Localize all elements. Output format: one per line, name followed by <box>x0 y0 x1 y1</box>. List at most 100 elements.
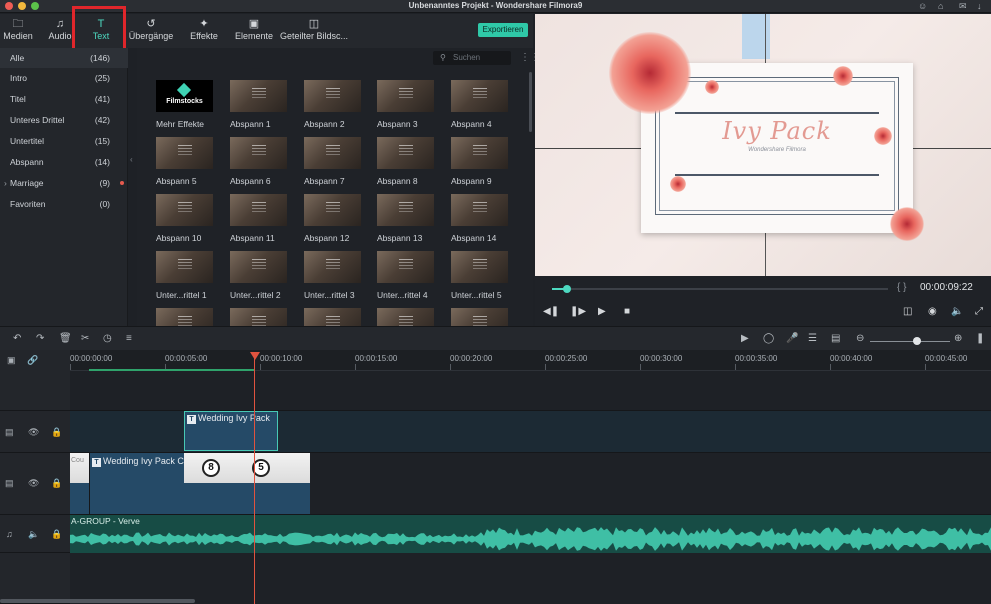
mail-icon[interactable]: ✉ <box>959 1 967 12</box>
library-item[interactable] <box>230 308 292 326</box>
link-icon[interactable]: 🔗 <box>27 355 38 366</box>
ruler-tick <box>355 364 356 370</box>
library-item[interactable]: Unter...rittel 4 <box>377 251 439 305</box>
zoom-out-icon[interactable]: ⊖ <box>856 333 864 344</box>
item-thumbnail <box>230 194 287 226</box>
library-item[interactable]: Abspann 8 <box>377 137 439 191</box>
preview-canvas[interactable]: Ivy Pack Wondershare Filmora <box>535 14 991 276</box>
render-preview-icon[interactable]: ▶ <box>741 333 749 344</box>
cart-icon[interactable]: ⌂ <box>938 1 943 11</box>
library-item[interactable]: Abspann 2 <box>304 80 366 134</box>
library-item[interactable]: Unter...rittel 1 <box>156 251 218 305</box>
collapse-panel-icon[interactable]: ‹ <box>130 155 133 164</box>
item-thumbnail <box>304 251 361 283</box>
tab-audio[interactable]: ♫ Audio <box>46 18 74 41</box>
undo-icon[interactable]: ↶ <box>13 333 21 344</box>
speaker-icon[interactable]: 🔈 <box>28 529 39 540</box>
library-item[interactable]: Abspann 6 <box>230 137 292 191</box>
tab-elemente[interactable]: ▣ Elemente <box>232 18 276 41</box>
category-item-alle[interactable]: Alle (146) <box>0 48 128 68</box>
library-item[interactable]: Abspann 5 <box>156 137 218 191</box>
library-item[interactable]: Abspann 11 <box>230 194 292 248</box>
video-clip[interactable]: Cou T Wedding Ivy Pack C 8 5 <box>70 453 310 514</box>
zoom-slider[interactable] <box>870 341 950 342</box>
text-clip[interactable]: T Wedding Ivy Pack <box>184 411 278 451</box>
library-item[interactable]: Abspann 7 <box>304 137 366 191</box>
timeline-empty-area[interactable] <box>70 553 991 604</box>
zoom-slider-handle[interactable] <box>913 337 921 345</box>
redo-icon[interactable]: ↷ <box>36 333 44 344</box>
playhead[interactable] <box>254 355 255 604</box>
library-item[interactable]: Unter...rittel 5 <box>451 251 513 305</box>
library-item[interactable]: Abspann 4 <box>451 80 513 134</box>
cut-icon[interactable]: ✂ <box>81 333 89 344</box>
account-icon[interactable]: ☺ <box>918 1 927 11</box>
library-item[interactable]: Abspann 1 <box>230 80 292 134</box>
adjust-icon[interactable]: ≡ <box>126 333 132 344</box>
mark-in-out-icon[interactable]: { } <box>897 282 906 293</box>
delete-icon[interactable]: 🗑 <box>59 333 72 344</box>
category-item-titel[interactable]: Titel (41) <box>0 89 128 109</box>
library-item[interactable] <box>156 308 218 326</box>
audio-mixer-icon[interactable]: ☰ <box>808 333 817 344</box>
add-track-icon[interactable]: ▣ <box>7 355 16 366</box>
video-clip-segment[interactable]: T Wedding Ivy Pack C <box>89 453 184 514</box>
tab-uebergaenge[interactable]: ↺ Übergänge <box>127 18 175 41</box>
tab-geteilter-bildschirm[interactable]: ◫ Geteilter Bildsc... <box>277 18 351 41</box>
snapshot-camera-icon[interactable]: ◉ <box>928 306 937 317</box>
category-item-marriage[interactable]: › Marriage (9) <box>0 173 128 193</box>
lock-icon[interactable]: 🔒 <box>51 478 62 489</box>
play-frame-icon[interactable]: ❚▶ <box>570 306 586 317</box>
eye-icon[interactable]: 👁 <box>28 478 39 489</box>
stop-icon[interactable]: ■ <box>624 306 630 317</box>
search-input[interactable]: ⚲ Suchen <box>433 51 511 65</box>
track-empty[interactable] <box>70 371 991 411</box>
transition-icon: ↺ <box>146 18 156 30</box>
lock-icon[interactable]: 🔒 <box>51 529 62 540</box>
download-icon[interactable]: ↓ <box>977 1 982 11</box>
display-settings-icon[interactable]: ◫ <box>903 306 912 317</box>
library-item[interactable]: Unter...rittel 2 <box>230 251 292 305</box>
playback-scrubber[interactable] <box>552 288 888 290</box>
audio-clip[interactable]: A-GROUP - Verve <box>70 515 991 553</box>
volume-icon[interactable]: 🔈 <box>951 306 963 317</box>
lock-icon[interactable]: 🔒 <box>51 427 62 438</box>
panel-handle-icon[interactable]: ❚ <box>976 333 984 344</box>
timeline-ruler[interactable]: 00:00:00:00 00:00:05:00 00:00:10:00 00:0… <box>70 350 991 371</box>
library-item[interactable]: Abspann 10 <box>156 194 218 248</box>
category-item-intro[interactable]: Intro (25) <box>0 68 128 88</box>
category-item-untertitel[interactable]: Untertitel (15) <box>0 131 128 151</box>
library-item[interactable]: Filmstocks Mehr Effekte <box>156 80 218 134</box>
playhead-handle[interactable] <box>250 352 260 360</box>
library-item[interactable]: Unter...rittel 3 <box>304 251 366 305</box>
fullscreen-icon[interactable]: ⤢ <box>975 306 983 317</box>
microphone-icon[interactable]: 🎤 <box>786 333 798 344</box>
category-item-favoriten[interactable]: Favoriten (0) <box>0 194 128 214</box>
library-item[interactable] <box>304 308 366 326</box>
eye-icon[interactable]: 👁 <box>28 427 39 438</box>
tab-effekte[interactable]: ✦ Effekte <box>186 18 222 41</box>
marker-icon[interactable]: ◯ <box>763 333 774 344</box>
tab-medien[interactable]: 🗀 Medien <box>3 18 33 41</box>
search-icon: ⚲ <box>440 53 446 62</box>
library-item[interactable]: Abspann 14 <box>451 194 513 248</box>
library-item[interactable]: Abspann 13 <box>377 194 439 248</box>
timeline-horizontal-scrollbar[interactable] <box>0 599 195 603</box>
step-back-icon[interactable]: ◀❚ <box>543 306 559 317</box>
library-item[interactable]: Abspann 12 <box>304 194 366 248</box>
library-item[interactable] <box>451 308 513 326</box>
chevron-right-icon[interactable]: › <box>4 173 7 193</box>
fit-timeline-icon[interactable]: ▤ <box>831 333 840 344</box>
category-item-abspann[interactable]: Abspann (14) <box>0 152 128 172</box>
library-item[interactable]: Abspann 3 <box>377 80 439 134</box>
play-icon[interactable]: ▶ <box>598 306 606 317</box>
library-scrollbar[interactable] <box>529 72 532 132</box>
zoom-in-icon[interactable]: ⊕ <box>954 333 962 344</box>
category-item-unteres-drittel[interactable]: Unteres Drittel (42) <box>0 110 128 130</box>
scrubber-handle[interactable] <box>563 285 571 293</box>
library-item[interactable]: Abspann 9 <box>451 137 513 191</box>
export-button[interactable]: Exportieren <box>478 23 528 37</box>
library-item[interactable] <box>377 308 439 326</box>
ruler-tick <box>545 364 546 370</box>
speed-icon[interactable]: ◷ <box>103 333 112 344</box>
